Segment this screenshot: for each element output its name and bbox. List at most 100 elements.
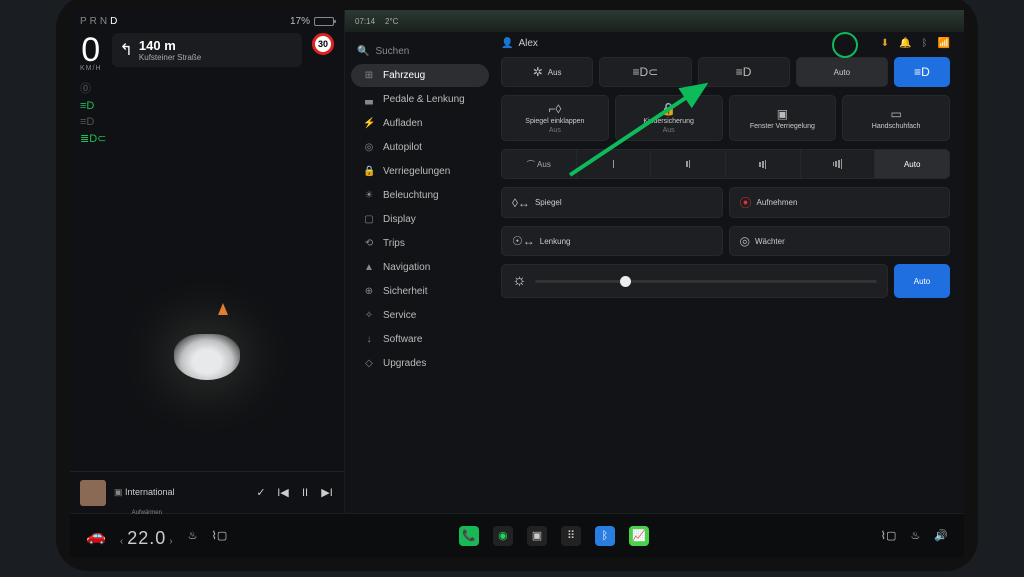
- prev-button[interactable]: I◀: [276, 486, 290, 499]
- fold-mirrors-button[interactable]: ⌐◊Spiegel einklappenAus: [501, 95, 609, 141]
- dock-car-icon[interactable]: 🚗: [86, 526, 106, 546]
- wiper-off[interactable]: ⌒ Aus: [502, 150, 577, 178]
- menu-service[interactable]: ✧Service: [351, 304, 489, 327]
- seat-heat-left-icon[interactable]: ♨: [188, 529, 198, 542]
- camera-app-icon[interactable]: ▣: [527, 526, 547, 546]
- wiper-auto[interactable]: Auto: [875, 150, 949, 178]
- energy-app-icon[interactable]: 📈: [629, 526, 649, 546]
- map-status-bar: 07:14 2°C: [345, 10, 964, 32]
- sentry-button[interactable]: ◎Wächter: [729, 226, 951, 256]
- window-lock-button[interactable]: ▣Fenster Verriegelung: [729, 95, 837, 141]
- wiper-4[interactable]: [801, 150, 876, 178]
- bluetooth-app-icon[interactable]: ᛒ: [595, 526, 615, 546]
- child-lock-icon: 🔒: [661, 102, 676, 116]
- sentry-icon: ◎: [740, 234, 750, 248]
- notification-icon[interactable]: 🔔: [899, 38, 911, 49]
- spotify-app-icon[interactable]: ◉: [493, 526, 513, 546]
- phone-app-icon[interactable]: 📞: [459, 526, 479, 546]
- battery-indicator: 17%: [290, 16, 334, 27]
- clock: 07:14: [355, 17, 375, 26]
- adjust-steering-button[interactable]: ☉↔Lenkung: [501, 226, 723, 256]
- window-lock-icon: ▣: [777, 107, 788, 121]
- pause-button[interactable]: II: [298, 487, 312, 499]
- wiper-1[interactable]: [577, 150, 652, 178]
- slider-thumb[interactable]: [620, 276, 631, 287]
- lights-on-button[interactable]: ≡D: [698, 57, 790, 87]
- outside-temp: 2°C: [385, 17, 398, 26]
- next-button[interactable]: ▶I: [320, 486, 334, 499]
- vehicle-render: [174, 334, 240, 380]
- bottom-dock: 🚗 Aufwärmen ‹22.0› ♨ ⌇▢ 📞 ◉ ▣ ⠿ ᛒ 📈 ⌇▢ ♨…: [70, 513, 964, 557]
- speed-value: 0: [81, 33, 100, 67]
- adjust-mirrors-button[interactable]: ◊↔Spiegel: [501, 187, 723, 218]
- low-beam-tile-icon: ≡D: [736, 65, 752, 79]
- car-icon: ⊞: [363, 70, 375, 81]
- brightness-slider[interactable]: ☼: [501, 264, 888, 298]
- software-update-icon[interactable]: ⬇: [881, 38, 889, 49]
- pedal-icon: ▃: [363, 94, 375, 105]
- glovebox-button[interactable]: ▭Handschuhfach: [842, 95, 950, 141]
- driving-visualization: [70, 145, 344, 471]
- driver-profile[interactable]: 👤Alex: [501, 38, 538, 49]
- menu-software[interactable]: ↓Software: [351, 328, 489, 351]
- menu-sicherheit[interactable]: ⊕Sicherheit: [351, 280, 489, 303]
- park-light-icon: ≡D⊂: [633, 65, 659, 79]
- upgrade-icon: ◇: [363, 358, 375, 369]
- menu-aufladen[interactable]: ⚡Aufladen: [351, 112, 489, 135]
- slider-track[interactable]: [535, 280, 877, 283]
- settings-menu: 🔍 Suchen ⊞Fahrzeug ▃Pedale & Lenkung ⚡Au…: [345, 10, 495, 513]
- dashcam-record-button[interactable]: ⦿Aufnehmen: [729, 187, 951, 218]
- menu-beleuchtung[interactable]: ☀Beleuchtung: [351, 184, 489, 207]
- climate-temp[interactable]: ‹22.0›: [120, 528, 174, 549]
- album-cover[interactable]: [80, 480, 106, 506]
- wiper-segment[interactable]: ⌒ Aus Auto: [501, 149, 950, 179]
- nav-card[interactable]: ↰ 140 m Kufsteiner Straße: [112, 33, 303, 67]
- bluetooth-icon[interactable]: ᛒ: [922, 38, 928, 49]
- lights-auto-button[interactable]: Auto: [796, 57, 888, 87]
- record-icon: ⦿: [740, 194, 752, 211]
- like-button[interactable]: ✓: [254, 486, 268, 499]
- defrost-icon[interactable]: ⌇▢: [212, 529, 228, 542]
- nav-street: Kufsteiner Straße: [139, 53, 201, 62]
- mirror-icon: ◊↔: [512, 196, 530, 210]
- display-icon: ▢: [363, 214, 375, 225]
- brightness-auto-button[interactable]: Auto: [894, 264, 950, 298]
- menu-verriegelungen[interactable]: 🔒Verriegelungen: [351, 160, 489, 183]
- wiper-icon: ⌒: [527, 159, 535, 170]
- menu-autopilot[interactable]: ◎Autopilot: [351, 136, 489, 159]
- lights-off-button[interactable]: ✲Aus: [501, 57, 593, 87]
- high-beam-button[interactable]: ≡D: [894, 57, 950, 87]
- wiper-3[interactable]: [726, 150, 801, 178]
- lte-icon[interactable]: 📶: [938, 38, 950, 49]
- shield-icon: ⊕: [363, 286, 375, 297]
- hold-icon: ⓪: [80, 80, 344, 96]
- annotation-circle: [832, 32, 858, 58]
- download-icon: ↓: [363, 334, 375, 345]
- bolt-icon: ⚡: [363, 118, 375, 129]
- drive-cluster: PRND 17% 0 KM/H ↰ 140 m Kufsteiner Straß…: [70, 10, 345, 513]
- menu-pedale[interactable]: ▃Pedale & Lenkung: [351, 88, 489, 111]
- menu-fahrzeug[interactable]: ⊞Fahrzeug: [351, 64, 489, 87]
- menu-navigation[interactable]: ▲Navigation: [351, 256, 489, 279]
- speed-unit: KM/H: [80, 65, 102, 72]
- search-placeholder: Suchen: [375, 46, 409, 57]
- menu-trips[interactable]: ⟲Trips: [351, 232, 489, 255]
- all-apps-icon[interactable]: ⠿: [561, 526, 581, 546]
- wiper-2[interactable]: [651, 150, 726, 178]
- cone-icon: [218, 303, 228, 315]
- media-bar[interactable]: ▣ International ✓ I◀ II ▶I: [70, 471, 344, 513]
- menu-display[interactable]: ▢Display: [351, 208, 489, 231]
- brightness-icon: ☼: [512, 272, 527, 290]
- child-lock-button[interactable]: 🔒KindersicherungAus: [615, 95, 723, 141]
- nav-icon: ▲: [363, 262, 375, 273]
- menu-upgrades[interactable]: ◇Upgrades: [351, 352, 489, 375]
- seat-heat-right-icon[interactable]: ♨: [910, 529, 920, 542]
- volume-icon[interactable]: 🔊: [934, 529, 948, 542]
- vehicle-panel: 👤Alex ⬇ 🔔 ᛒ 📶 ✲Aus ≡D⊂ ≡D Auto ≡D: [495, 10, 964, 513]
- search-row[interactable]: 🔍 Suchen: [345, 40, 495, 63]
- defrost-rear-icon[interactable]: ⌇▢: [881, 529, 897, 542]
- sun-icon: ☀: [363, 190, 375, 201]
- status-bar-left: PRND 17%: [70, 10, 344, 29]
- autopilot-icon: ◎: [363, 142, 375, 153]
- lights-park-button[interactable]: ≡D⊂: [599, 57, 691, 87]
